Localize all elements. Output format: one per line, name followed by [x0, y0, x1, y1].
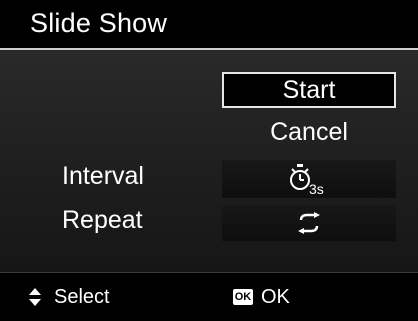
- cancel-button[interactable]: Cancel: [222, 114, 396, 150]
- cancel-label: Cancel: [270, 117, 348, 146]
- repeat-icon: [295, 212, 323, 234]
- select-hint-label: Select: [54, 285, 110, 308]
- repeat-label: Repeat: [62, 206, 143, 234]
- interval-label: Interval: [62, 162, 144, 190]
- start-button[interactable]: Start: [222, 72, 396, 108]
- ok-hint-label: OK: [261, 285, 290, 308]
- repeat-setting[interactable]: [222, 205, 396, 241]
- ok-button-icon: OK: [233, 289, 253, 305]
- start-label: Start: [282, 75, 336, 104]
- interval-setting[interactable]: 3s: [222, 160, 396, 198]
- ok-hint: OK OK: [233, 286, 290, 308]
- page-title: Slide Show: [30, 8, 168, 38]
- interval-value: 3s: [309, 181, 324, 196]
- interval-3s-icon: 3s: [287, 162, 331, 196]
- select-hint: Select: [28, 286, 110, 308]
- title-bar: Slide Show: [0, 0, 418, 48]
- slide-show-screen: Slide Show Start Cancel Interval 3s Repe…: [0, 0, 418, 321]
- help-bar: Select OK OK: [0, 272, 418, 321]
- up-down-arrow-icon: [28, 287, 42, 307]
